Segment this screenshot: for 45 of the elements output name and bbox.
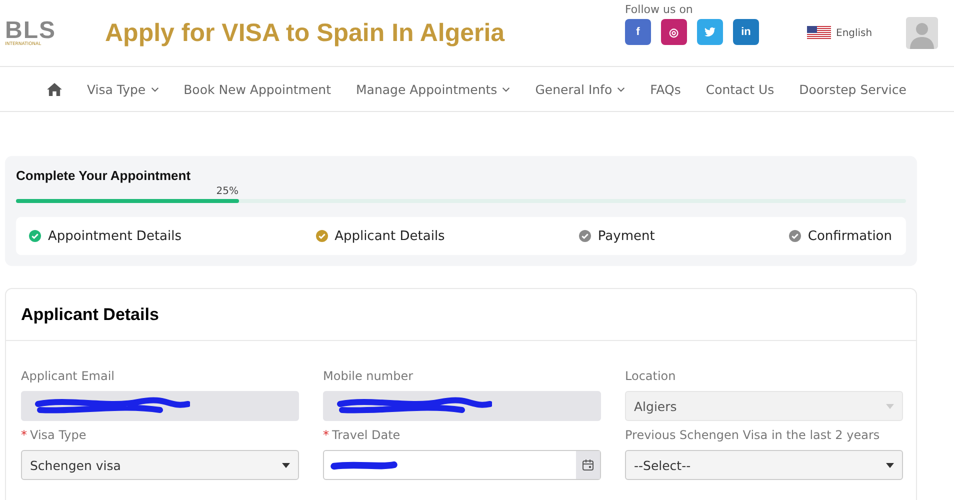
- calendar-icon[interactable]: [582, 459, 594, 471]
- progress-title: Complete Your Appointment: [16, 168, 192, 183]
- date-field[interactable]: [323, 450, 601, 480]
- linkedin-link[interactable]: in: [733, 19, 759, 45]
- bird-icon: [704, 26, 716, 38]
- field-label: Applicant Email: [21, 369, 114, 385]
- select-field[interactable]: --Select--: [625, 450, 903, 480]
- input-field[interactable]: [21, 391, 299, 421]
- nav-link[interactable]: FAQs: [650, 82, 681, 96]
- flag-icon: [807, 26, 831, 40]
- facebook-link[interactable]: f: [625, 19, 651, 45]
- caret-down-icon: [886, 404, 894, 408]
- instagram-link[interactable]: ◎: [661, 19, 687, 45]
- step-label: Confirmation: [808, 228, 892, 244]
- chevron-down-icon: [617, 86, 626, 92]
- field-label: Visa Type: [30, 428, 86, 444]
- page-title: Apply for VISA to Spain In Algeria: [105, 18, 506, 48]
- select-field[interactable]: Schengen visa: [21, 450, 299, 480]
- nav-link[interactable]: Doorstep Service: [799, 82, 906, 96]
- step-label: Appointment Details: [48, 228, 182, 244]
- step-label: Payment: [598, 228, 655, 244]
- caret-down-icon: [886, 462, 894, 468]
- required-mark: *: [323, 428, 329, 444]
- step-label: Applicant Details: [334, 228, 445, 244]
- field-label: Location: [625, 369, 676, 385]
- chevron-down-icon: [150, 86, 159, 92]
- nav-link[interactable]: Contact Us: [706, 82, 774, 96]
- nav-link[interactable]: Book New Appointment: [184, 82, 331, 96]
- twitter-link[interactable]: [697, 19, 723, 45]
- field-label: Travel Date: [332, 428, 400, 444]
- redaction-scribble-icon: [330, 460, 398, 470]
- caret-down-icon: [282, 462, 290, 468]
- field-label: Mobile number: [323, 369, 414, 385]
- language-selector[interactable]: English: [836, 28, 872, 38]
- chevron-down-icon: [502, 86, 510, 92]
- nav-link[interactable]: Manage Appointments: [356, 82, 510, 96]
- nav-link[interactable]: Visa Type: [87, 82, 159, 96]
- home-icon[interactable]: [47, 82, 62, 96]
- follow-label: Follow us on: [625, 3, 694, 16]
- input-field[interactable]: [323, 391, 601, 421]
- nav-link[interactable]: General Info: [535, 82, 626, 96]
- progress-reading: 25%: [216, 186, 238, 197]
- required-mark: *: [21, 428, 27, 444]
- section-title: Applicant Details: [6, 289, 916, 341]
- field-label: Previous Schengen Visa in the last 2 years: [625, 428, 880, 444]
